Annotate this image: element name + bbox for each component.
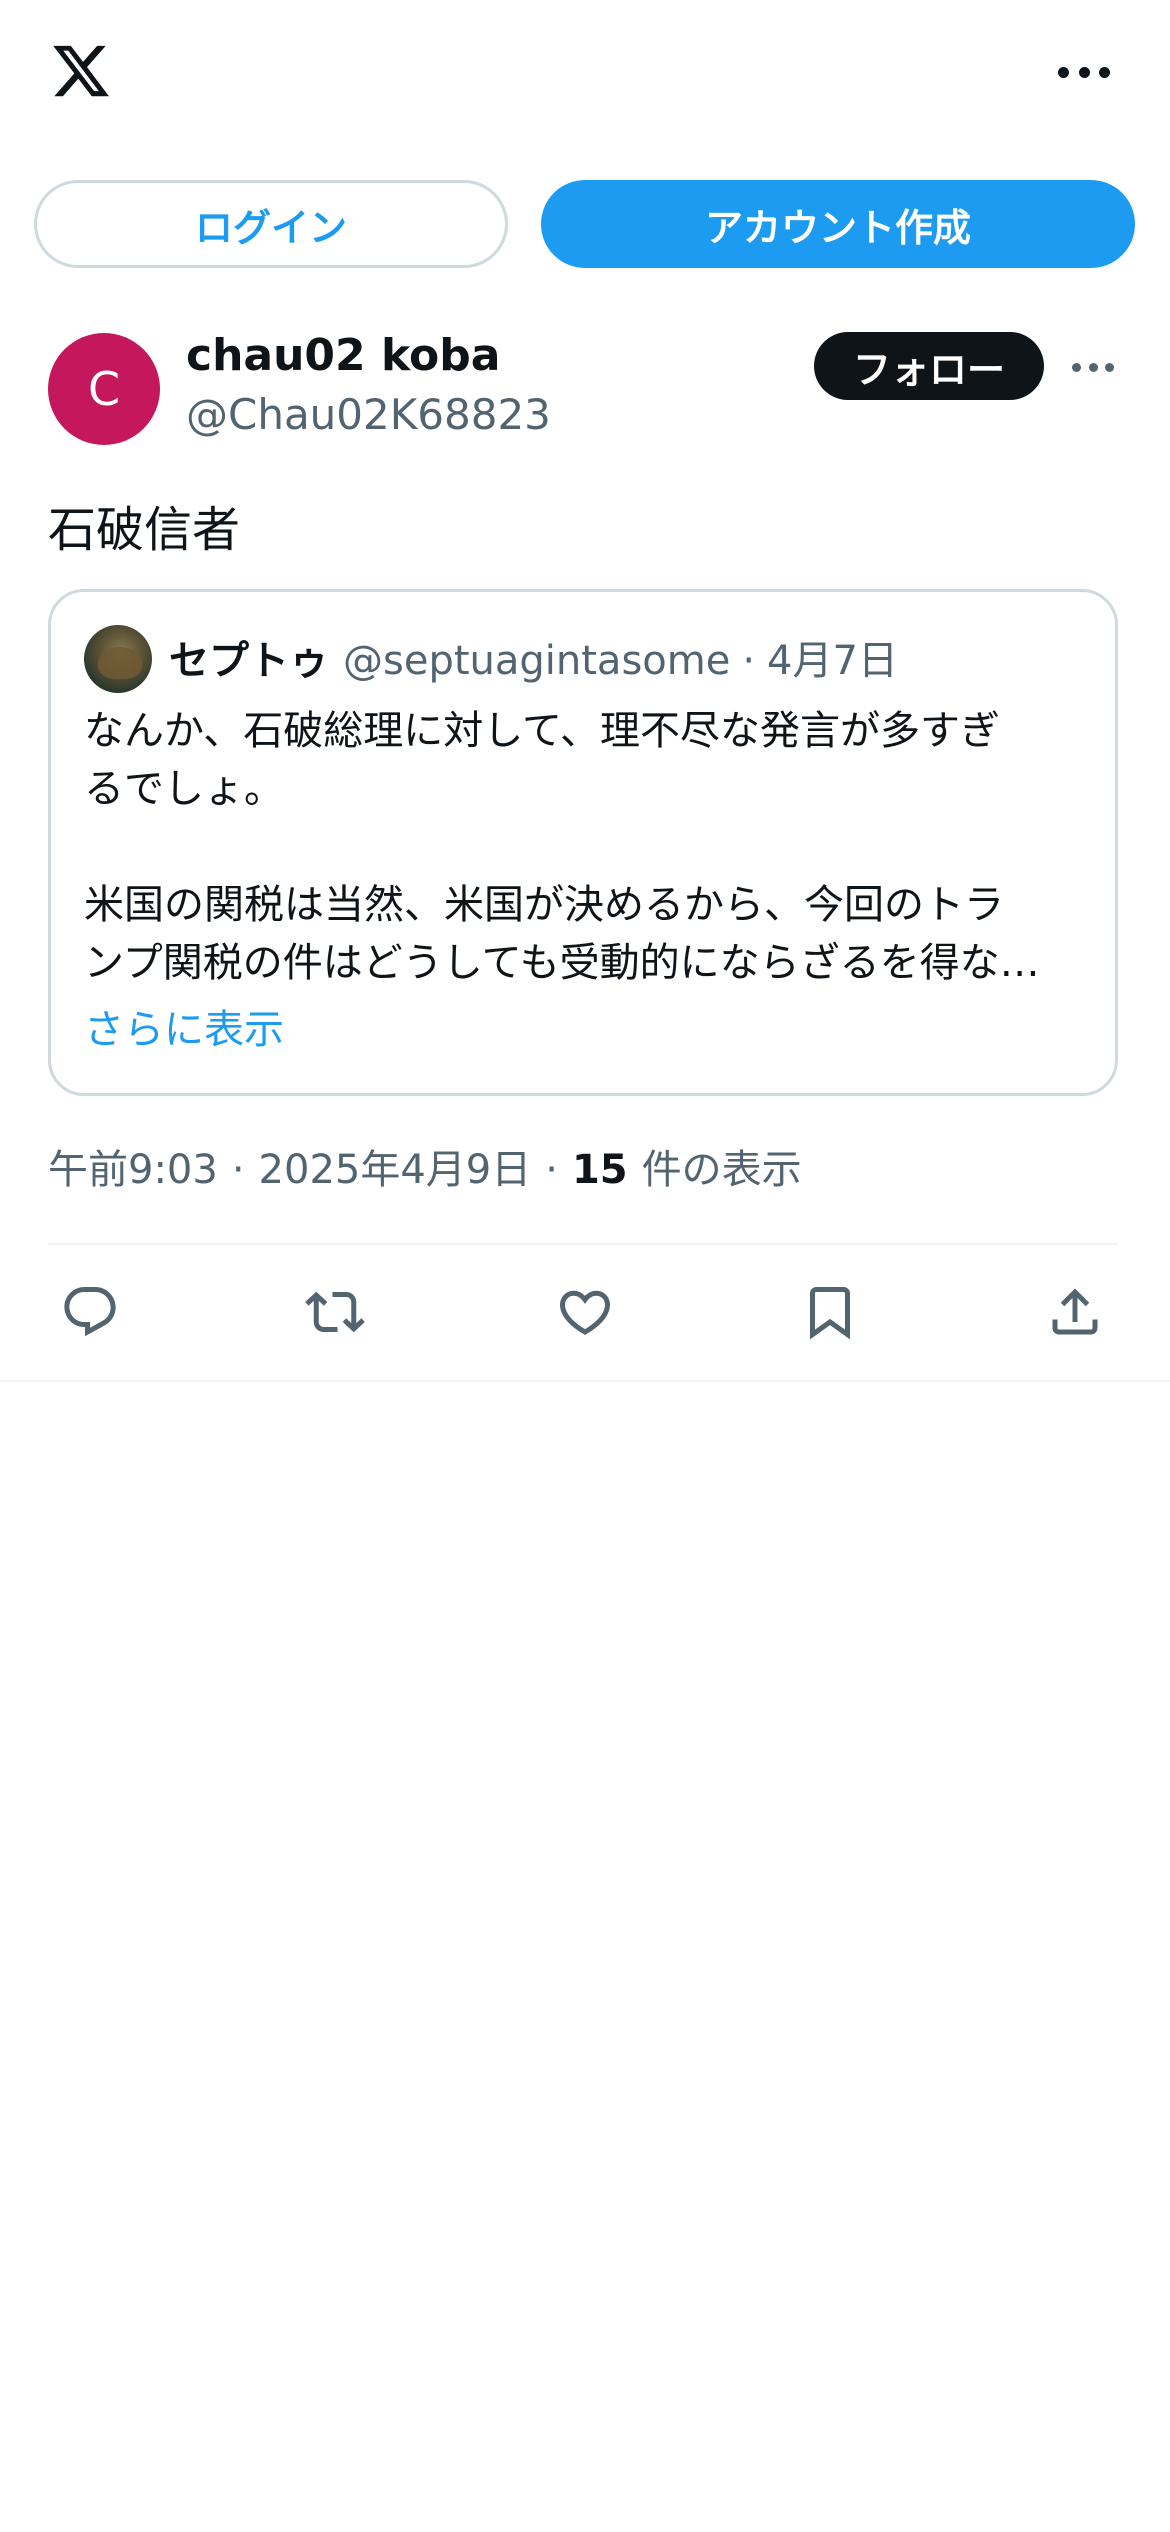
quoted-text-line: 米国の関税は当然、米国が決めるから、今回のトラ xyxy=(84,882,1004,928)
bookmark-button[interactable] xyxy=(800,1282,860,1342)
tweet-page: ログイン アカウント作成 C chau02 koba @Chau02K68823… xyxy=(0,0,1170,2532)
author-handle[interactable]: @Chau02K68823 xyxy=(186,390,551,439)
quoted-author-name[interactable]: セプトゥ xyxy=(169,628,329,686)
share-icon xyxy=(1052,1288,1098,1335)
reply-icon xyxy=(64,1287,116,1337)
follow-button[interactable]: フォロー xyxy=(814,332,1044,400)
post-time[interactable]: 午前9:03 xyxy=(48,1137,218,1195)
author-name[interactable]: chau02 koba xyxy=(186,330,500,381)
quoted-author-handle[interactable]: @septuagintasome xyxy=(343,638,730,684)
create-account-button[interactable]: アカウント作成 xyxy=(541,180,1135,268)
meta-separator: · xyxy=(231,1147,245,1193)
author-avatar[interactable]: C xyxy=(48,333,160,445)
quoted-text-blank-line xyxy=(84,818,1084,876)
bookmark-icon xyxy=(810,1287,850,1340)
post-more-icon[interactable] xyxy=(1072,360,1114,374)
more-horizontal-icon[interactable] xyxy=(1058,60,1110,84)
meta-separator: · xyxy=(545,1147,558,1193)
quoted-text-line: ンプ関税の件はどうしても受動的にならざるを得な… xyxy=(84,940,1040,986)
post-text: 石破信者 xyxy=(48,502,241,558)
repost-button[interactable] xyxy=(305,1282,365,1342)
quoted-text-line: るでしょ。 xyxy=(84,766,284,812)
post-date[interactable]: 2025年4月9日 xyxy=(259,1137,532,1195)
post-meta: 午前9:03 · 2025年4月9日 · 15 件の表示 xyxy=(48,1137,802,1195)
quoted-separator: · xyxy=(742,638,756,684)
divider xyxy=(0,1380,1170,1382)
x-logo-icon[interactable] xyxy=(48,40,114,102)
top-bar xyxy=(0,0,1170,150)
login-button[interactable]: ログイン xyxy=(34,180,508,268)
share-button[interactable] xyxy=(1045,1282,1105,1342)
quoted-date[interactable]: 4月7日 xyxy=(767,628,898,686)
like-button[interactable] xyxy=(555,1282,615,1342)
views-label: 件の表示 xyxy=(641,1147,802,1193)
views-count: 15 xyxy=(571,1147,628,1193)
quoted-tweet-text: なんか、石破総理に対して、理不尽な発言が多すぎ るでしょ。 米国の関税は当然、米… xyxy=(84,702,1084,992)
show-more-link[interactable]: さらに表示 xyxy=(84,997,284,1055)
quoted-author-avatar[interactable] xyxy=(84,625,152,693)
quoted-tweet-header: セプトゥ @septuagintasome · 4月7日 xyxy=(169,628,898,688)
quoted-tweet-card[interactable]: セプトゥ @septuagintasome · 4月7日 なんか、石破総理に対し… xyxy=(48,589,1118,1096)
quoted-text-line: なんか、石破総理に対して、理不尽な発言が多すぎ xyxy=(84,708,1000,754)
repost-icon xyxy=(305,1291,365,1333)
divider xyxy=(48,1243,1118,1245)
like-icon xyxy=(559,1290,611,1335)
reply-button[interactable] xyxy=(60,1282,120,1342)
